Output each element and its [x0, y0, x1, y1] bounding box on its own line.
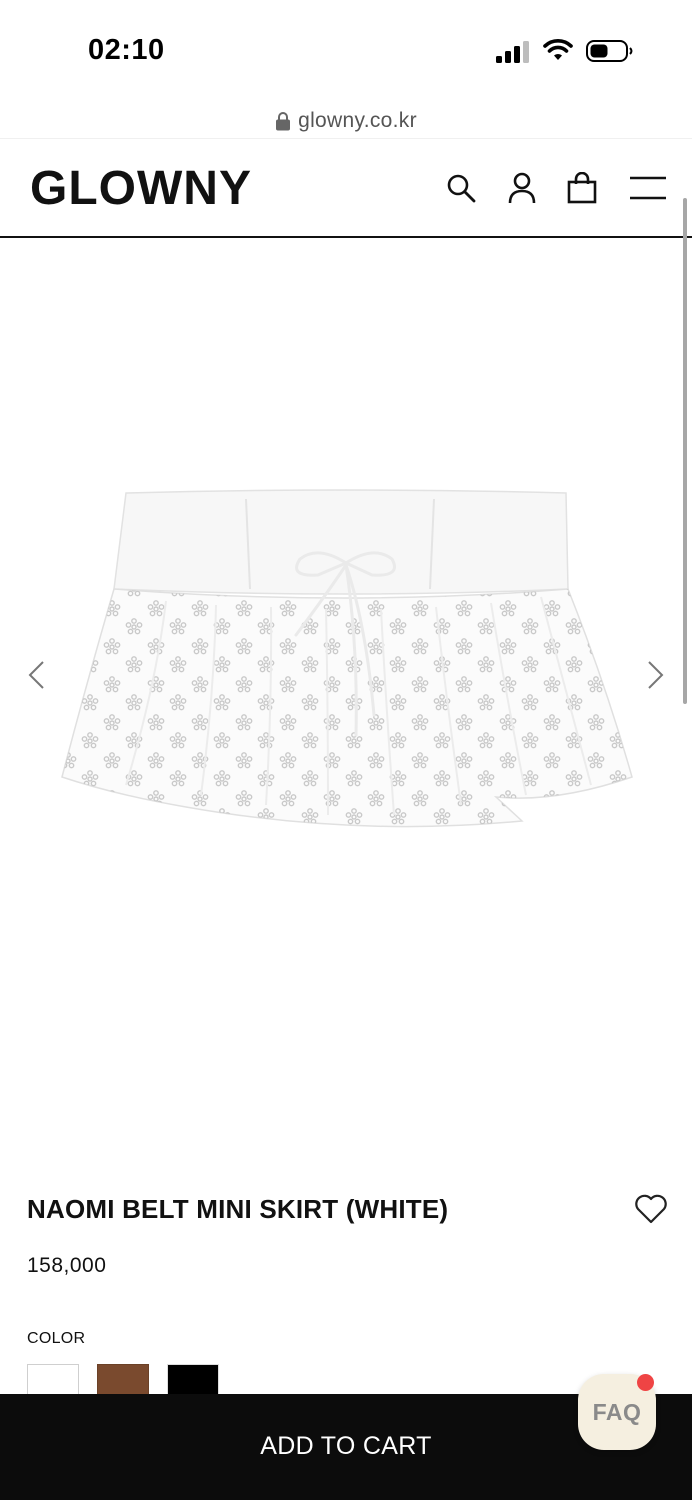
faq-label: FAQ	[592, 1398, 642, 1425]
site-header: GLOWNY	[0, 138, 692, 238]
shopping-bag-icon[interactable]	[565, 171, 599, 205]
color-swatch-black[interactable]	[167, 1364, 219, 1398]
color-label: COLOR	[27, 1330, 86, 1347]
notification-dot	[637, 1374, 654, 1391]
signal-icon	[496, 41, 529, 63]
product-image	[61, 489, 633, 828]
url-text: glowny.co.kr	[298, 109, 417, 132]
url-bar[interactable]: glowny.co.kr	[0, 104, 692, 138]
color-swatch-white[interactable]	[27, 1364, 79, 1398]
product-image-gallery[interactable]	[0, 240, 692, 1100]
lock-icon	[276, 112, 291, 131]
heart-icon[interactable]	[634, 1193, 668, 1225]
status-time: 02:10	[88, 34, 165, 66]
add-to-cart-label: ADD TO CART	[260, 1432, 432, 1460]
menu-icon[interactable]	[628, 171, 668, 205]
wifi-icon	[543, 39, 573, 60]
previous-image-arrow[interactable]	[24, 658, 48, 692]
user-icon[interactable]	[505, 171, 539, 205]
battery-icon	[586, 40, 633, 62]
product-title: NAOMI BELT MINI SKIRT (WHITE)	[27, 1194, 449, 1224]
product-price: 158,000	[27, 1254, 107, 1277]
status-bar: 02:10	[0, 0, 692, 100]
site-logo[interactable]: GLOWNY	[30, 161, 252, 216]
search-icon[interactable]	[444, 171, 478, 205]
color-swatch-brown[interactable]	[97, 1364, 149, 1398]
next-image-arrow[interactable]	[644, 658, 668, 692]
